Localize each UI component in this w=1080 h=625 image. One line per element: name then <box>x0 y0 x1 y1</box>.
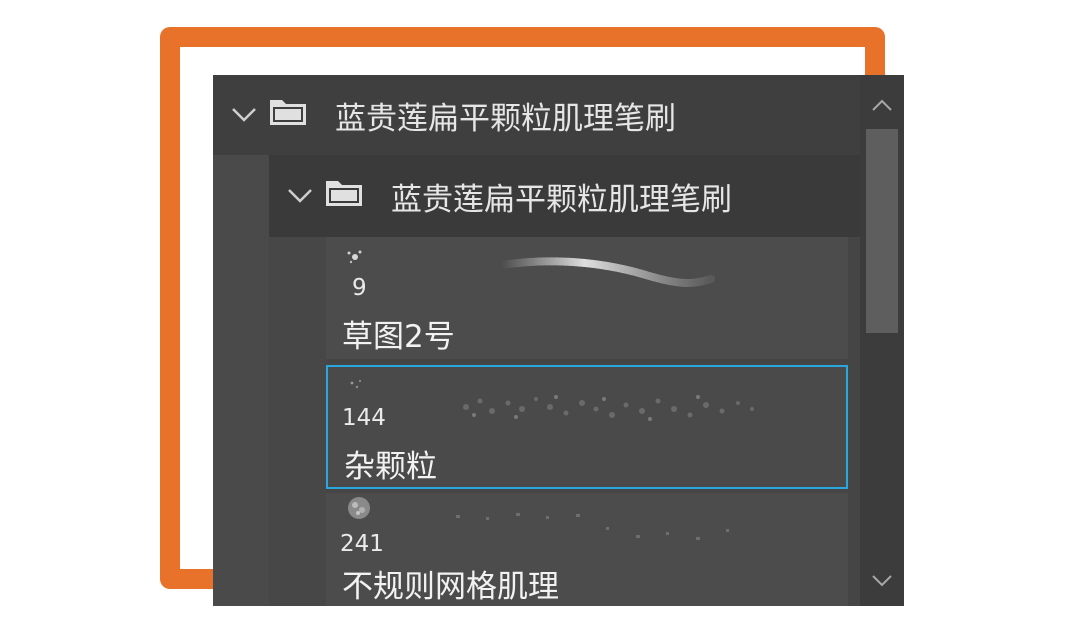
brush-group-inner[interactable]: 蓝贵莲扁平颗粒肌理笔刷 <box>269 155 860 237</box>
chevron-down-icon[interactable] <box>285 181 315 211</box>
brush-stroke-preview <box>463 395 754 421</box>
brush-stroke-preview <box>497 257 715 287</box>
brush-size: 144 <box>342 405 386 431</box>
scroll-thumb[interactable] <box>866 129 898 333</box>
brush-group-outer[interactable]: 蓝贵莲扁平颗粒肌理笔刷 <box>213 75 860 155</box>
chevron-up-icon[interactable] <box>860 83 904 127</box>
brush-name: 草图2号 <box>342 319 455 355</box>
indent-band-inner <box>269 237 326 606</box>
brush-item[interactable]: 9 草图2号 <box>326 237 848 359</box>
brush-tip-icon <box>346 377 366 399</box>
brush-size: 241 <box>340 531 384 557</box>
brush-item-selected[interactable]: 144 杂颗粒 <box>326 365 848 489</box>
folder-icon <box>325 177 363 215</box>
brush-tip-icon <box>344 493 374 527</box>
brush-size: 9 <box>352 275 367 301</box>
chevron-down-icon[interactable] <box>229 100 259 130</box>
brush-group-outer-label: 蓝贵莲扁平颗粒肌理笔刷 <box>335 100 676 137</box>
brush-name: 不规则网格肌理 <box>342 569 559 605</box>
brush-item[interactable]: 241 不规则网格肌理 <box>326 493 848 606</box>
indent-band <box>213 155 269 606</box>
brush-name: 杂颗粒 <box>344 449 437 485</box>
chevron-down-icon[interactable] <box>860 559 904 603</box>
brush-panel: 蓝贵莲扁平颗粒肌理笔刷 蓝贵莲扁平颗粒肌理笔刷 9 草图2号 144 杂颗粒 2… <box>213 75 904 606</box>
brush-stroke-preview <box>456 513 729 540</box>
scrollbar[interactable] <box>860 75 904 606</box>
brush-tip-icon <box>344 247 366 271</box>
brush-group-inner-label: 蓝贵莲扁平颗粒肌理笔刷 <box>391 181 732 218</box>
folder-icon <box>269 96 307 134</box>
